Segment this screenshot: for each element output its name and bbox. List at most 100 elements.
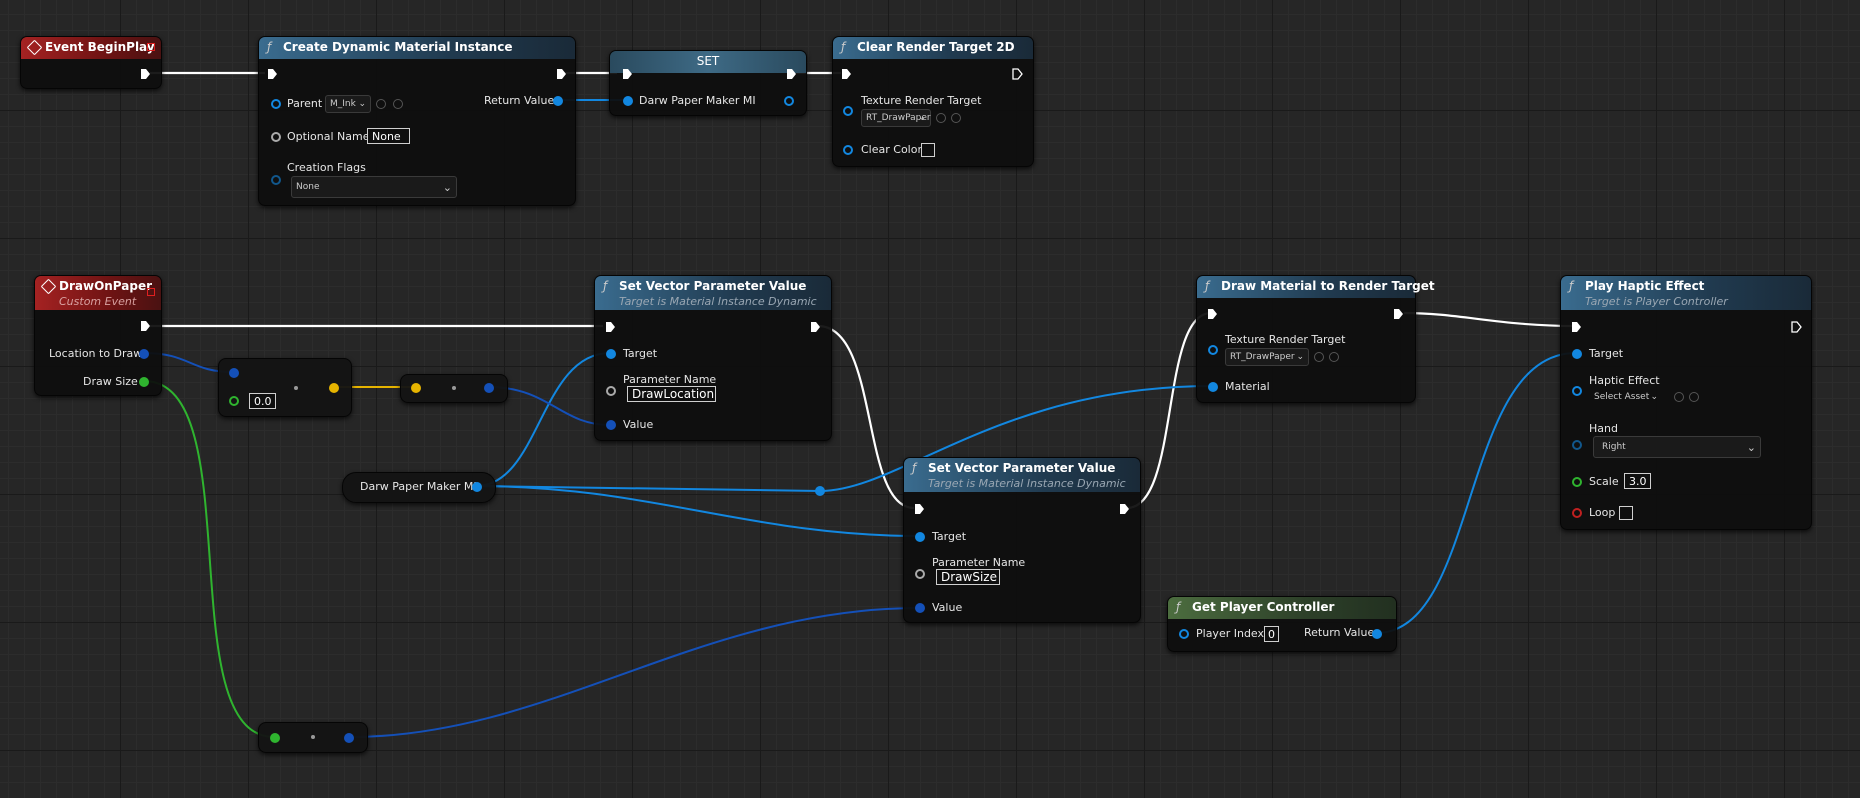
param-name-pin[interactable]: [915, 569, 925, 579]
clear-color-pin[interactable]: [843, 145, 853, 155]
texture-asset-dropdown[interactable]: RT_DrawPaper ⌄: [861, 109, 931, 127]
node-title: Draw Material to Render Target: [1221, 279, 1435, 293]
dropdown-chevron-icon: ⌄: [1746, 441, 1756, 454]
parent-asset-dropdown[interactable]: M_Ink ⌄: [325, 95, 371, 113]
hand-pin[interactable]: [1572, 440, 1582, 450]
node-header: SET: [610, 51, 806, 73]
clear-color-swatch[interactable]: [921, 143, 935, 157]
haptic-effect-pin[interactable]: [1572, 386, 1582, 396]
haptic-asset-value: Select Asset: [1594, 392, 1650, 402]
struct-out-pin[interactable]: [329, 383, 339, 393]
create-dmi-node[interactable]: ƒ Create Dynamic Material Instance Paren…: [258, 36, 576, 206]
target-pin[interactable]: [915, 532, 925, 542]
set-vector-param-node-size[interactable]: ƒ Set Vector Parameter Value Target is M…: [903, 457, 1141, 623]
texture-asset-dropdown[interactable]: RT_DrawPaper ⌄: [1225, 348, 1309, 366]
parent-label: Parent: [287, 97, 323, 110]
browse-icon[interactable]: [1329, 352, 1339, 362]
conversion-node[interactable]: [400, 374, 508, 403]
draw-material-to-rt-node[interactable]: ƒ Draw Material to Render Target Texture…: [1196, 275, 1435, 403]
variable-out-pin[interactable]: [472, 482, 482, 492]
var-out-pin[interactable]: [784, 96, 794, 106]
param-name-pin[interactable]: [606, 386, 616, 396]
exec-out-pin[interactable]: [140, 320, 151, 332]
texture-pin[interactable]: [843, 106, 853, 116]
node-title: SET: [696, 54, 720, 68]
vector-out-pin[interactable]: [484, 383, 494, 393]
optional-name-input[interactable]: None: [367, 128, 410, 144]
use-asset-icon[interactable]: [376, 99, 386, 109]
draw-size-pin[interactable]: [139, 377, 149, 387]
return-value-pin[interactable]: [1372, 629, 1382, 639]
player-index-pin[interactable]: [1179, 629, 1189, 639]
event-beginplay-node[interactable]: Event BeginPlay: [20, 36, 162, 89]
exec-out-pin[interactable]: [1119, 503, 1130, 515]
exec-in-pin[interactable]: [605, 321, 616, 333]
variable-get-node[interactable]: Darw Paper Maker MI: [342, 472, 496, 503]
set-variable-node[interactable]: SET Darw Paper Maker MI: [609, 50, 807, 116]
use-asset-icon[interactable]: [1314, 352, 1324, 362]
use-asset-icon[interactable]: [1674, 392, 1684, 402]
exec-out-pin[interactable]: [140, 68, 151, 80]
scale-input[interactable]: 3.0: [1624, 473, 1651, 489]
value-pin[interactable]: [606, 420, 616, 430]
optional-name-pin[interactable]: [271, 132, 281, 142]
vector-in-pin[interactable]: [229, 368, 239, 378]
hand-dropdown[interactable]: Right ⌄: [1593, 436, 1761, 458]
float-in-pin[interactable]: [270, 733, 280, 743]
vector-math-node[interactable]: 0.0: [218, 358, 352, 417]
use-asset-icon[interactable]: [936, 113, 946, 123]
browse-icon[interactable]: [1689, 392, 1699, 402]
set-vector-param-node-location[interactable]: ƒ Set Vector Parameter Value Target is M…: [594, 275, 832, 441]
material-pin[interactable]: [1208, 382, 1218, 392]
exec-in-pin[interactable]: [914, 503, 925, 515]
draw-on-paper-event-node[interactable]: DrawOnPaper Custom Event Location to Dra…: [34, 275, 162, 396]
param-name-input[interactable]: DrawSize: [936, 569, 1000, 585]
location-label: Location to Draw: [49, 347, 143, 360]
exec-out-pin[interactable]: [1791, 321, 1802, 333]
parent-pin[interactable]: [271, 99, 281, 109]
loop-checkbox[interactable]: [1619, 506, 1633, 520]
node-subtitle: Custom Event: [59, 295, 137, 308]
browse-icon[interactable]: [393, 99, 403, 109]
texture-label: Texture Render Target: [861, 94, 982, 107]
dropdown-chevron-icon: ⌄: [358, 99, 366, 109]
node-header: ƒ Create Dynamic Material Instance: [259, 37, 575, 59]
value-pin[interactable]: [915, 603, 925, 613]
clear-render-target-node[interactable]: ƒ Clear Render Target 2D Texture Render …: [832, 36, 1034, 167]
delegate-pin[interactable]: [147, 288, 155, 296]
return-value-pin[interactable]: [553, 96, 563, 106]
target-pin[interactable]: [606, 349, 616, 359]
float-in-pin[interactable]: [229, 396, 239, 406]
param-name-input[interactable]: DrawLocation: [627, 386, 716, 402]
texture-pin[interactable]: [1208, 345, 1218, 355]
exec-out-pin[interactable]: [1393, 308, 1404, 320]
creation-flags-dropdown[interactable]: None ⌄: [291, 176, 457, 198]
exec-in-pin[interactable]: [1571, 321, 1582, 333]
vector-out-pin[interactable]: [344, 733, 354, 743]
exec-in-pin[interactable]: [841, 68, 852, 80]
exec-in-pin[interactable]: [622, 68, 633, 80]
exec-out-pin[interactable]: [1012, 68, 1023, 80]
location-pin[interactable]: [139, 349, 149, 359]
node-dot: [294, 386, 298, 390]
float-value-input[interactable]: 0.0: [249, 393, 276, 409]
haptic-asset-dropdown[interactable]: Select Asset ⌄: [1589, 388, 1663, 406]
browse-icon[interactable]: [951, 113, 961, 123]
float-to-vector-node[interactable]: [258, 722, 368, 753]
play-haptic-effect-node[interactable]: ƒ Play Haptic Effect Target is Player Co…: [1560, 275, 1812, 530]
node-header: Event BeginPlay: [21, 37, 161, 59]
var-in-pin[interactable]: [623, 96, 633, 106]
exec-in-pin[interactable]: [1207, 308, 1218, 320]
scale-pin[interactable]: [1572, 477, 1582, 487]
exec-out-pin[interactable]: [810, 321, 821, 333]
exec-out-pin[interactable]: [556, 68, 567, 80]
struct-in-pin[interactable]: [411, 383, 421, 393]
delegate-pin[interactable]: [147, 43, 155, 51]
player-index-input[interactable]: 0: [1264, 626, 1279, 642]
exec-in-pin[interactable]: [267, 68, 278, 80]
target-pin[interactable]: [1572, 349, 1582, 359]
loop-pin[interactable]: [1572, 508, 1582, 518]
exec-out-pin[interactable]: [786, 68, 797, 80]
get-player-controller-node[interactable]: ƒ Get Player Controller Player Index 0 R…: [1167, 596, 1397, 652]
creation-flags-pin[interactable]: [271, 175, 281, 185]
